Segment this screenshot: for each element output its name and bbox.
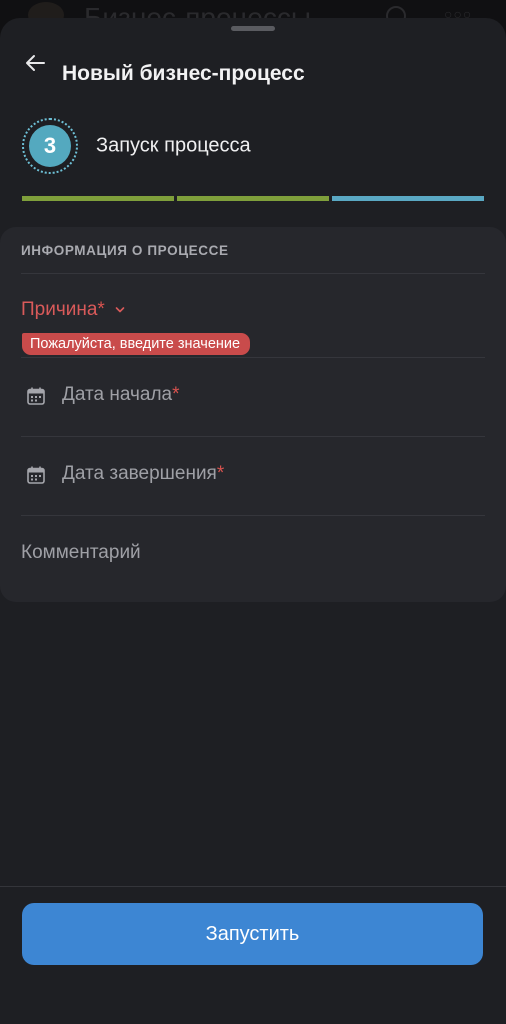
progress-segment-3: [332, 196, 484, 201]
page-title: Новый бизнес-процесс: [62, 62, 305, 85]
progress-segment-2: [177, 196, 329, 201]
required-mark: *: [216, 463, 225, 484]
divider: [21, 436, 485, 437]
comment-field[interactable]: Комментарий: [21, 542, 141, 564]
step-badge: 3: [22, 118, 78, 174]
reason-field[interactable]: Причина *: [21, 299, 125, 321]
step-indicator: 3 Запуск процесса: [0, 96, 506, 226]
progress-segment-1: [22, 196, 174, 201]
chevron-down-icon: [115, 307, 125, 313]
comment-label: Комментарий: [21, 542, 141, 563]
step-progress: [22, 196, 484, 201]
sheet-drag-handle[interactable]: [231, 26, 275, 31]
footer-divider: [0, 886, 506, 887]
step-title: Запуск процесса: [96, 134, 251, 157]
divider: [21, 273, 485, 274]
reason-error-message: Пожалуйста, введите значение: [22, 333, 251, 355]
calendar-icon: [27, 466, 45, 484]
required-mark: *: [97, 299, 105, 320]
calendar-icon: [27, 387, 45, 405]
bottom-sheet: Новый бизнес-процесс 3 Запуск процесса И…: [0, 18, 506, 1024]
arrow-left-icon[interactable]: [22, 50, 48, 76]
reason-label: Причина: [21, 299, 98, 320]
divider: [21, 357, 485, 358]
process-info-card: ИНФОРМАЦИЯ О ПРОЦЕССЕ Причина * Пожалуйст…: [0, 227, 506, 602]
step-number: 3: [29, 125, 71, 167]
start-date-field[interactable]: Дата начала*: [62, 384, 180, 406]
end-date-field[interactable]: Дата завершения*: [62, 463, 224, 485]
required-mark: *: [172, 384, 180, 405]
launch-button[interactable]: Запустить: [22, 903, 483, 965]
divider: [21, 515, 485, 516]
section-title: ИНФОРМАЦИЯ О ПРОЦЕССЕ: [21, 243, 229, 258]
start-date-label: Дата начала: [62, 384, 173, 405]
end-date-label: Дата завершения: [62, 463, 217, 484]
sheet-header: Новый бизнес-процесс: [0, 36, 506, 96]
